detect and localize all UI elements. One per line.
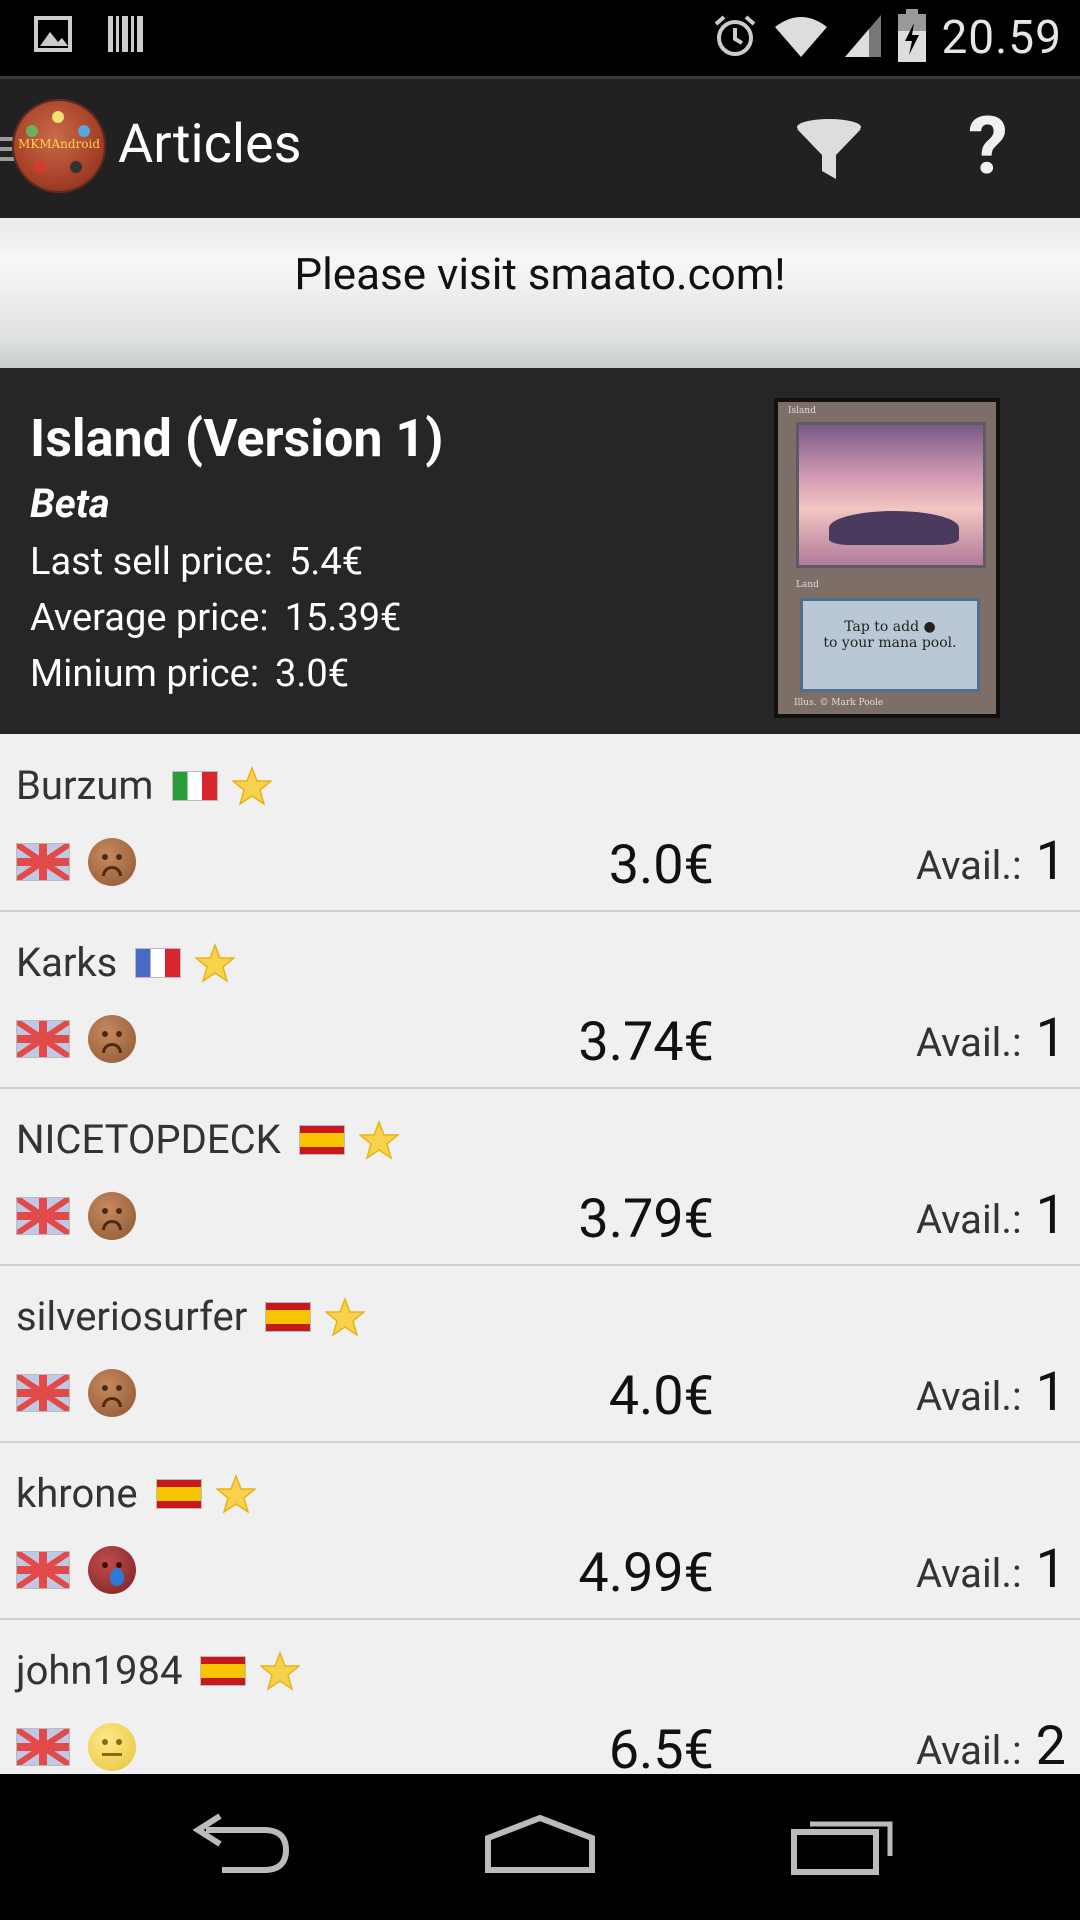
seller-price: 4.0€	[608, 1365, 714, 1428]
english-language-flag-icon	[16, 1728, 70, 1766]
spain-flag-icon	[200, 1655, 247, 1686]
battery-icon	[897, 9, 927, 67]
availability: Avail.: 1	[915, 1361, 1066, 1424]
condition-sad-icon	[88, 1192, 136, 1240]
english-language-flag-icon	[16, 843, 70, 881]
list-item[interactable]: Burzum 3.0€ Avail.: 1	[0, 734, 1080, 912]
ad-text: Please visit smaato.com!	[294, 248, 786, 300]
list-item[interactable]: NICETOPDECK 3.79€ Avail.: 1	[0, 1088, 1080, 1266]
star-icon	[324, 1296, 367, 1337]
condition-sad-icon	[88, 1015, 136, 1063]
last-sell-value: 5.4€	[288, 540, 364, 584]
italy-flag-icon	[171, 770, 218, 801]
availability: Avail.: 1	[915, 1538, 1066, 1601]
availability: Avail.: 2	[915, 1715, 1066, 1774]
navigation-bar	[0, 1776, 1080, 1920]
seller-name[interactable]: NICETOPDECK	[16, 1116, 281, 1163]
star-icon	[259, 1650, 302, 1691]
card-edition: Beta	[30, 480, 110, 527]
spain-flag-icon	[265, 1301, 312, 1332]
average-price: Average price: 15.39€	[30, 596, 401, 640]
list-item[interactable]: khrone 4.99€ Avail.: 1	[0, 1442, 1080, 1620]
list-item[interactable]: Karks 3.74€ Avail.: 1	[0, 911, 1080, 1089]
logo-text: MKMAndroid	[17, 137, 101, 151]
english-language-flag-icon	[16, 1197, 70, 1235]
clock-time: 20.59	[941, 11, 1062, 65]
condition-sad-icon	[88, 1369, 136, 1417]
availability: Avail.: 1	[915, 1007, 1066, 1070]
english-language-flag-icon	[16, 1020, 70, 1058]
seller-name[interactable]: silveriosurfer	[16, 1293, 247, 1340]
seller-price: 3.0€	[608, 834, 714, 897]
seller-name[interactable]: john1984	[16, 1647, 182, 1694]
last-sell-price: Last sell price: 5.4€	[30, 540, 363, 584]
card-rules-text: Tap to add ● to your mana pool.	[800, 598, 980, 692]
page-title: Articles	[118, 113, 302, 176]
france-flag-icon	[135, 947, 182, 978]
signal-icon	[843, 13, 883, 63]
seller-price: 6.5€	[608, 1719, 714, 1774]
alarm-icon	[711, 12, 759, 64]
card-image[interactable]: Island Land Tap to add ● to your mana poo…	[774, 398, 1000, 718]
seller-list[interactable]: Burzum 3.0€ Avail.: 1 Karks 3.74€ Avail.:…	[0, 734, 1080, 1774]
condition-crying-icon	[88, 1546, 136, 1594]
filter-icon[interactable]	[794, 117, 864, 187]
card-artist: Illus. © Mark Poole	[794, 698, 884, 708]
seller-name[interactable]: Burzum	[16, 762, 154, 809]
last-sell-label: Last sell price:	[30, 540, 273, 584]
image-notification-icon	[34, 16, 72, 56]
average-label: Average price:	[30, 596, 269, 640]
card-art	[796, 422, 986, 568]
condition-sad-icon	[88, 838, 136, 886]
list-item[interactable]: john1984 6.5€ Avail.: 2	[0, 1619, 1080, 1774]
spain-flag-icon	[155, 1478, 202, 1509]
back-icon[interactable]	[186, 1812, 292, 1882]
average-value: 15.39€	[284, 596, 402, 640]
star-icon	[230, 765, 273, 806]
star-icon	[214, 1473, 257, 1514]
seller-price: 3.79€	[578, 1188, 714, 1251]
wifi-icon	[773, 13, 829, 63]
card-name: Island (Version 1)	[30, 408, 444, 469]
star-icon	[194, 942, 237, 983]
seller-price: 3.74€	[578, 1011, 714, 1074]
condition-neutral-icon	[88, 1723, 136, 1771]
seller-name[interactable]: Karks	[16, 939, 117, 986]
status-bar: 20.59	[0, 0, 1080, 76]
card-image-name: Island	[788, 406, 816, 416]
ad-banner[interactable]: Please visit smaato.com!	[0, 218, 1080, 368]
minimum-price: Minium price: 3.0€	[30, 652, 349, 696]
card-info-panel: Island (Version 1) Beta Last sell price:…	[0, 368, 1080, 734]
list-item[interactable]: silveriosurfer 4.0€ Avail.: 1	[0, 1265, 1080, 1443]
barcode-notification-icon	[106, 14, 146, 58]
availability: Avail.: 1	[915, 1184, 1066, 1247]
minimum-value: 3.0€	[275, 652, 350, 696]
action-bar: MKMAndroid Articles ?	[0, 76, 1080, 218]
seller-name[interactable]: khrone	[16, 1470, 138, 1517]
app-logo[interactable]: MKMAndroid	[12, 99, 106, 193]
help-button[interactable]: ?	[968, 101, 1008, 191]
availability: Avail.: 1	[915, 830, 1066, 893]
spain-flag-icon	[298, 1124, 345, 1155]
minimum-label: Minium price:	[30, 652, 260, 696]
card-image-type: Land	[796, 580, 819, 590]
recent-apps-icon[interactable]	[790, 1812, 896, 1882]
english-language-flag-icon	[16, 1551, 70, 1589]
home-icon[interactable]	[484, 1812, 596, 1882]
english-language-flag-icon	[16, 1374, 70, 1412]
star-icon	[357, 1119, 400, 1160]
seller-price: 4.99€	[578, 1542, 714, 1605]
